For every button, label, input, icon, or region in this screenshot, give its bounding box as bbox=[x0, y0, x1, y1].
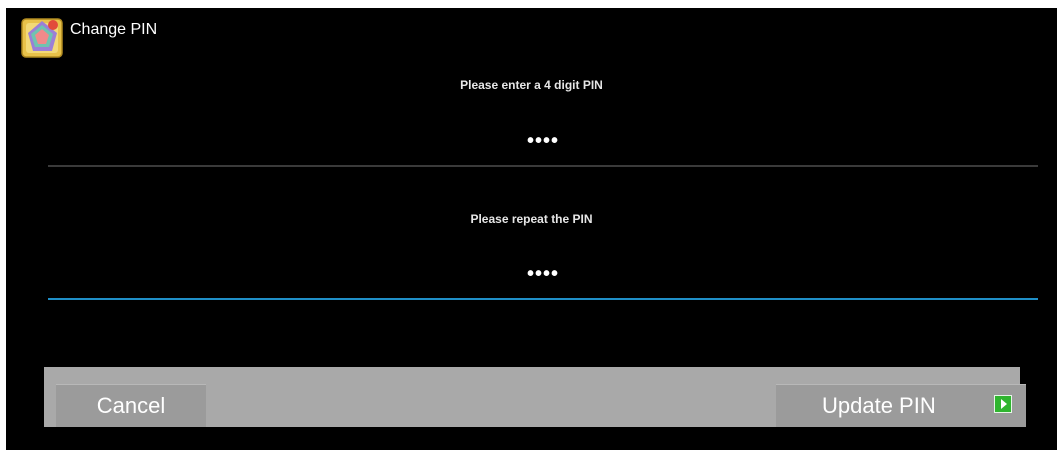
update-pin-button-label: Update PIN bbox=[822, 393, 936, 418]
pin-repeat-input[interactable]: •••• bbox=[48, 257, 1038, 291]
pin-repeat-input-value: •••• bbox=[526, 262, 559, 285]
pin-input-value: •••• bbox=[526, 129, 559, 152]
dialog-button-bar: Cancel Update PIN bbox=[44, 367, 1026, 427]
pin-input-underline bbox=[48, 165, 1038, 167]
dialog-title: Change PIN bbox=[70, 21, 158, 38]
pin-repeat-prompt: Please repeat the PIN bbox=[470, 212, 593, 226]
app-icon bbox=[21, 18, 63, 58]
cancel-button[interactable]: Cancel bbox=[56, 384, 206, 427]
update-pin-button[interactable]: Update PIN bbox=[776, 384, 1026, 427]
pin-entry-prompt: Please enter a 4 digit PIN bbox=[460, 78, 603, 92]
go-arrow-icon bbox=[994, 395, 1012, 413]
pin-repeat-input-underline bbox=[48, 298, 1038, 300]
cancel-button-label: Cancel bbox=[96, 393, 166, 418]
pin-input[interactable]: •••• bbox=[48, 124, 1038, 158]
dialog-title-bar: Change PIN bbox=[20, 10, 157, 66]
change-pin-dialog: Change PIN Please enter a 4 digit PIN ••… bbox=[6, 8, 1057, 450]
